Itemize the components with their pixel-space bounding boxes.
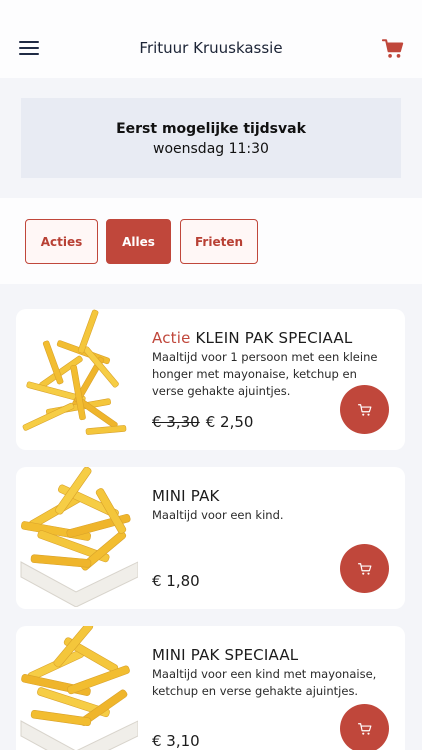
product-price: € 3,30 € 2,50	[152, 413, 253, 431]
current-price: € 2,50	[205, 413, 254, 431]
product-list: Actie KLEIN PAK SPECIAAL Maaltijd voor 1…	[0, 284, 422, 750]
fries-image	[20, 467, 138, 607]
product-card[interactable]: MINI PAK Maaltijd voor een kind. € 1,80	[16, 467, 405, 609]
filter-chip-alles[interactable]: Alles	[106, 219, 171, 264]
product-description: Maaltijd voor een kind met mayonaise, ke…	[152, 667, 377, 698]
fries-image	[20, 626, 138, 750]
fries-image	[22, 309, 127, 435]
top-app-bar: Frituur Kruuskassie	[0, 0, 422, 78]
cart-icon	[357, 722, 371, 735]
promo-label: Actie	[152, 329, 191, 347]
old-price: € 3,30	[152, 413, 200, 431]
product-name: MINI PAK SPECIAAL	[152, 646, 299, 664]
product-name: MINI PAK	[152, 487, 220, 505]
current-price: € 3,10	[152, 732, 200, 750]
add-to-cart-button[interactable]	[340, 704, 389, 750]
cart-icon	[357, 403, 371, 416]
timeslot-title: Eerst mogelijke tijdsvak	[116, 121, 306, 137]
cart-icon	[357, 562, 371, 575]
timeslot-box[interactable]: Eerst mogelijke tijdsvak woensdag 11:30	[21, 98, 401, 178]
product-description: Maaltijd voor een kind.	[152, 508, 284, 522]
timeslot-section: Eerst mogelijke tijdsvak woensdag 11:30	[0, 78, 422, 198]
product-name-text: KLEIN PAK SPECIAAL	[195, 329, 353, 347]
add-to-cart-button[interactable]	[340, 544, 389, 593]
product-card[interactable]: Actie KLEIN PAK SPECIAAL Maaltijd voor 1…	[16, 309, 405, 450]
timeslot-value: woensdag 11:30	[153, 141, 269, 157]
add-to-cart-button[interactable]	[340, 385, 389, 434]
current-price: € 1,80	[152, 572, 200, 590]
filter-chip-acties[interactable]: Acties	[25, 219, 98, 264]
category-filter-bar: Acties Alles Frieten	[0, 198, 422, 284]
product-name: Actie KLEIN PAK SPECIAAL	[152, 329, 352, 347]
product-card[interactable]: MINI PAK SPECIAAL Maaltijd voor een kind…	[16, 626, 405, 750]
filter-chip-frieten[interactable]: Frieten	[180, 219, 258, 264]
app-title: Frituur Kruuskassie	[139, 39, 283, 57]
shopping-cart-icon[interactable]	[382, 38, 404, 60]
